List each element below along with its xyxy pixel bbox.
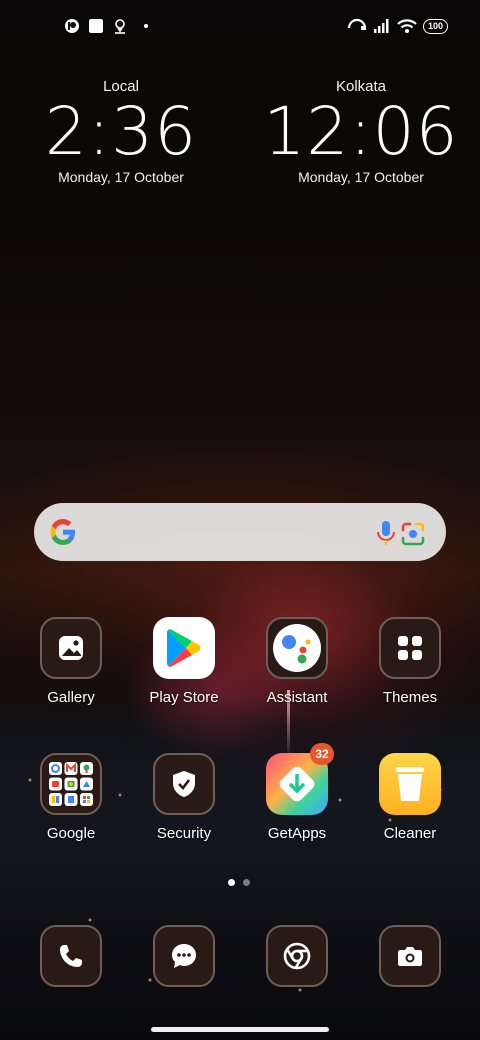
dock-phone[interactable] xyxy=(21,925,121,987)
app-security[interactable]: Security xyxy=(134,753,234,842)
status-bar: 100 xyxy=(0,0,480,56)
app-label: Play Store xyxy=(149,689,219,706)
google-folder-icon xyxy=(40,753,102,815)
phone-icon xyxy=(40,925,102,987)
app-label: Cleaner xyxy=(383,825,437,842)
app-label: Assistant xyxy=(266,689,328,706)
app-label: Security xyxy=(156,825,212,842)
clock-date: Monday, 17 October xyxy=(298,169,424,185)
battery-icon: 100 xyxy=(422,18,448,34)
gesture-navigation-handle[interactable] xyxy=(151,1027,329,1032)
camera-icon xyxy=(379,925,441,987)
app-label: GetApps xyxy=(267,825,327,842)
app-gallery[interactable]: Gallery xyxy=(21,617,121,706)
app-label: Gallery xyxy=(47,689,95,706)
notification-badge: 32 xyxy=(310,743,334,765)
clock-widget-local[interactable]: Local 2:36 Monday, 17 October xyxy=(21,78,221,185)
google-lens-icon[interactable] xyxy=(400,521,426,547)
page-dot-active xyxy=(228,879,235,886)
wallpaper-city-lights xyxy=(0,700,480,1040)
microphone-icon[interactable] xyxy=(374,520,398,546)
app-cleaner[interactable]: Cleaner xyxy=(360,753,460,842)
trash-can-icon xyxy=(379,753,441,815)
shield-check-icon xyxy=(153,753,215,815)
page-indicator xyxy=(228,879,250,886)
wifi-icon xyxy=(397,19,417,33)
clock-time: 12:06 xyxy=(263,93,459,170)
app-themes[interactable]: Themes xyxy=(360,617,460,706)
status-bar-notifications xyxy=(64,18,150,34)
google-logo-icon xyxy=(50,519,75,545)
dock-messages[interactable] xyxy=(134,925,234,987)
messages-icon xyxy=(153,925,215,987)
chrome-icon xyxy=(266,925,328,987)
google-search-bar[interactable] xyxy=(34,503,446,561)
signal-icon xyxy=(373,19,389,33)
clock-time: 2:36 xyxy=(44,93,198,170)
play-store-icon xyxy=(153,617,215,679)
app-label: Themes xyxy=(382,689,438,706)
square-notification-icon xyxy=(89,19,103,33)
app-play-store[interactable]: Play Store xyxy=(134,617,234,706)
gallery-icon xyxy=(40,617,102,679)
dock-camera[interactable] xyxy=(360,925,460,987)
dot-icon xyxy=(144,24,148,28)
themes-icon xyxy=(379,617,441,679)
assistant-icon xyxy=(266,617,328,679)
dock-chrome[interactable] xyxy=(247,925,347,987)
folder-google[interactable]: Google xyxy=(21,753,121,842)
getapps-icon: 32 xyxy=(266,743,334,815)
hotspot-icon xyxy=(347,18,367,30)
page-dot xyxy=(243,879,250,886)
app-assistant[interactable]: Assistant xyxy=(247,617,347,706)
app-label: Google xyxy=(46,825,96,842)
status-bar-system: 100 xyxy=(347,18,448,34)
clock-widget-kolkata[interactable]: Kolkata 12:06 Monday, 17 October xyxy=(261,78,461,185)
app-notification-icon xyxy=(65,19,79,33)
location-icon xyxy=(115,19,125,34)
clock-date: Monday, 17 October xyxy=(58,169,184,185)
app-getapps[interactable]: 32 GetApps xyxy=(247,743,347,842)
